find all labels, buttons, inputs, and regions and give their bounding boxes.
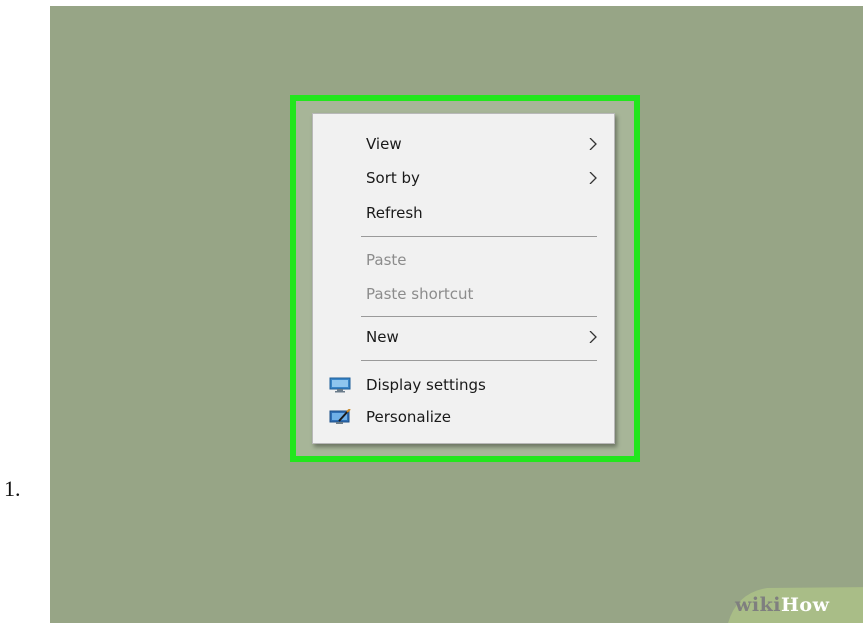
menu-separator xyxy=(361,236,597,237)
menu-separator xyxy=(361,316,597,317)
context-menu: View Sort by Refresh Paste Paste shortcu… xyxy=(312,113,615,444)
menu-item-new[interactable]: New xyxy=(313,322,614,352)
menu-item-personalize[interactable]: Personalize xyxy=(313,402,614,432)
menu-item-label: Sort by xyxy=(366,169,420,187)
watermark-how: How xyxy=(780,594,830,616)
menu-item-label: View xyxy=(366,135,402,153)
personalize-icon xyxy=(329,409,351,424)
menu-item-label: Personalize xyxy=(366,408,452,426)
menu-item-view[interactable]: View xyxy=(313,129,614,159)
menu-item-label: Paste xyxy=(366,251,407,269)
menu-item-label: New xyxy=(366,328,399,346)
menu-item-refresh[interactable]: Refresh xyxy=(313,198,614,228)
chevron-right-icon xyxy=(589,138,597,150)
menu-item-paste[interactable]: Paste xyxy=(313,245,614,275)
menu-item-display-settings[interactable]: Display settings xyxy=(313,370,614,400)
menu-item-label: Paste shortcut xyxy=(366,285,474,303)
desktop-background[interactable]: View Sort by Refresh Paste Paste shortcu… xyxy=(50,6,863,623)
watermark-wiki: wiki xyxy=(735,594,781,616)
step-number: 1. xyxy=(4,476,21,501)
wikihow-watermark: wikiHow xyxy=(705,587,863,623)
menu-item-label: Refresh xyxy=(366,204,423,222)
menu-item-label: Display settings xyxy=(366,376,486,394)
menu-separator xyxy=(361,360,597,361)
menu-item-sort-by[interactable]: Sort by xyxy=(313,163,614,193)
menu-item-paste-shortcut[interactable]: Paste shortcut xyxy=(313,279,614,309)
chevron-right-icon xyxy=(589,172,597,184)
display-icon xyxy=(329,377,351,393)
watermark-text: wikiHow xyxy=(735,594,829,616)
chevron-right-icon xyxy=(589,331,597,343)
